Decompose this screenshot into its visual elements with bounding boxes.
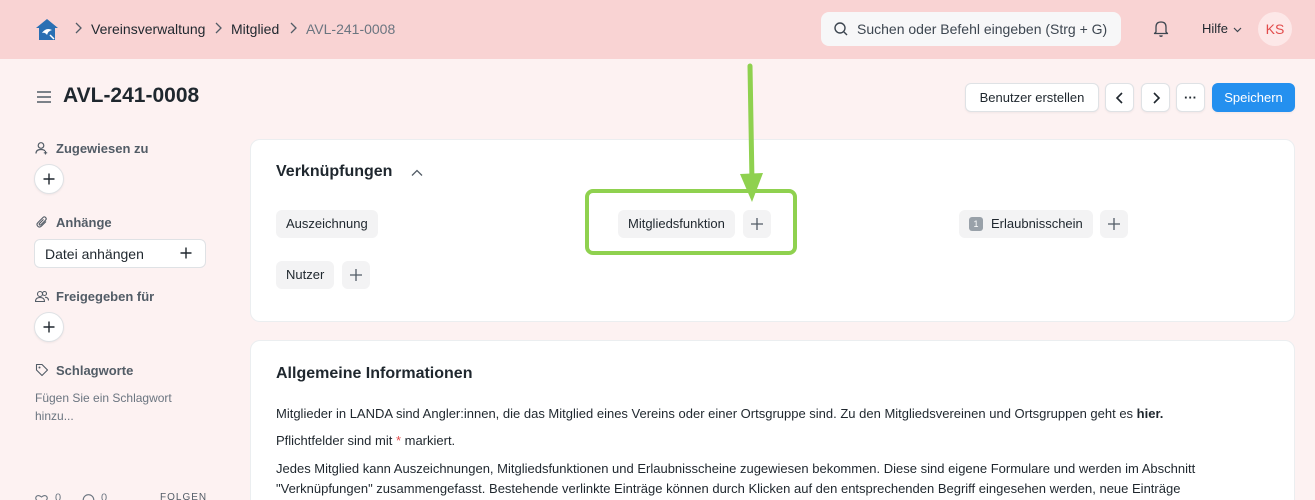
heart-icon[interactable] (35, 494, 48, 500)
vereine-link[interactable]: hier. (1137, 406, 1164, 421)
connection-nutzer[interactable]: Nutzer (276, 261, 335, 289)
attach-file-button[interactable]: Datei anhängen (34, 239, 206, 268)
users-icon (35, 290, 49, 303)
arrow-annotation-icon (740, 63, 763, 202)
paragraph-1-text: Mitglieder in LANDA sind Angler:innen, d… (276, 406, 1137, 421)
general-info-title: Allgemeine Informationen (276, 365, 473, 382)
paperclip-icon (36, 216, 47, 228)
attach-file-label: Datei anhängen (45, 246, 144, 262)
page-title: AVL-241-0008 (63, 84, 200, 107)
breadcrumb-current[interactable]: AVL-241-0008 (306, 21, 395, 37)
general-info-paragraph-3: Jedes Mitglied kann Auszeichnungen, Mitg… (276, 461, 1196, 496)
help-menu[interactable]: Hilfe (1202, 21, 1228, 36)
chevron-left-icon (1115, 91, 1123, 104)
add-assignee-button[interactable] (34, 164, 64, 194)
user-avatar[interactable]: KS (1258, 12, 1292, 46)
tag-icon (35, 363, 49, 377)
next-record-button[interactable] (1141, 83, 1170, 112)
user-icon (35, 142, 48, 155)
add-erlaubnisschein-button[interactable] (1100, 210, 1128, 238)
paragraph-2-after: markiert. (401, 433, 456, 448)
attachments-label: Anhänge (56, 215, 112, 230)
plus-icon (180, 247, 192, 259)
save-button[interactable]: Speichern (1212, 83, 1295, 112)
connection-erlaubnisschein[interactable]: 1 Erlaubnisschein (959, 210, 1093, 238)
shared-with-label: Freigegeben für (56, 289, 155, 304)
search-icon (834, 22, 848, 36)
chevron-right-icon (1152, 91, 1160, 104)
likes-count: 0 (55, 492, 62, 500)
connections-title[interactable]: Verknüpfungen (276, 163, 392, 181)
breadcrumb-separator-icon (74, 22, 83, 37)
paragraph-2-before: Pflichtfelder sind mit (276, 433, 396, 448)
plus-icon (43, 321, 55, 333)
general-info-paragraph-1: Mitglieder in LANDA sind Angler:innen, d… (276, 404, 1276, 424)
general-info-paragraph-2: Pflichtfelder sind mit * markiert. (276, 431, 1276, 451)
breadcrumb-separator-icon (214, 22, 223, 37)
follow-button[interactable]: FOLGEN (160, 492, 207, 500)
search-input[interactable]: Suchen oder Befehl eingeben (Strg + G) (821, 12, 1121, 46)
sidebar-toggle-icon[interactable] (36, 89, 52, 105)
general-info-card: Allgemeine Informationen Mitglieder in L… (250, 340, 1295, 500)
add-share-button[interactable] (34, 312, 64, 342)
create-user-button[interactable]: Benutzer erstellen (965, 83, 1099, 112)
count-badge: 1 (969, 217, 983, 231)
add-tag-input[interactable]: Fügen Sie ein Schlagwort hinzu... (35, 389, 205, 425)
app-logo-icon[interactable] (34, 17, 60, 43)
assigned-to-label: Zugewiesen zu (56, 141, 149, 156)
connection-erlaubnisschein-label: Erlaubnisschein (991, 216, 1083, 231)
comments-count: 0 (101, 492, 108, 500)
chevron-down-icon (1233, 27, 1242, 33)
chevron-up-icon[interactable] (411, 169, 423, 177)
more-actions-button[interactable]: ··· (1176, 83, 1205, 112)
plus-icon (43, 173, 55, 185)
breadcrumb-vereinsverwaltung[interactable]: Vereinsverwaltung (91, 21, 205, 37)
breadcrumb-mitglied[interactable]: Mitglied (231, 21, 279, 37)
breadcrumb-separator-icon (289, 22, 298, 37)
connection-auszeichnung[interactable]: Auszeichnung (276, 210, 378, 238)
navbar: Vereinsverwaltung Mitglied AVL-241-0008 … (0, 0, 1315, 59)
previous-record-button[interactable] (1105, 83, 1134, 112)
plus-icon (350, 269, 362, 281)
add-nutzer-button[interactable] (342, 261, 370, 289)
search-placeholder: Suchen oder Befehl eingeben (Strg + G) (857, 21, 1108, 37)
tags-label: Schlagworte (56, 363, 134, 378)
notification-bell-icon[interactable] (1151, 18, 1171, 38)
comment-icon (82, 494, 95, 500)
plus-icon (1108, 218, 1120, 230)
